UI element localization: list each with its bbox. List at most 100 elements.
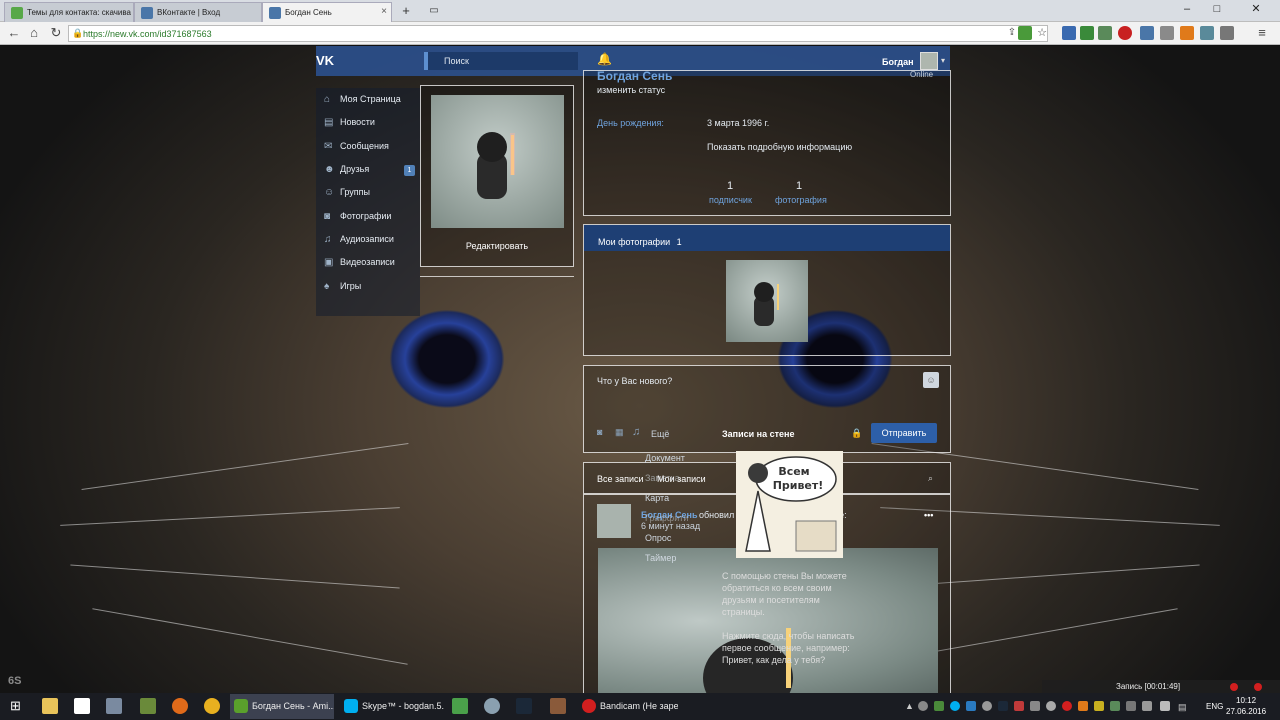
star-icon[interactable]: ☆: [1034, 25, 1050, 41]
tray-icon[interactable]: [934, 701, 944, 711]
more-attachments-button[interactable]: Ещё: [651, 429, 669, 439]
header-user-name[interactable]: Богдан: [882, 57, 914, 67]
back-arrow-icon[interactable]: ←: [6, 25, 22, 41]
tray-icon[interactable]: [1126, 701, 1136, 711]
change-status-link[interactable]: изменить статус: [597, 85, 665, 95]
record-icon[interactable]: [1230, 683, 1238, 691]
tray-icon[interactable]: [966, 701, 976, 711]
close-window-button[interactable]: ✕: [1236, 0, 1276, 18]
tray-icon[interactable]: [1078, 701, 1088, 711]
extension-icon[interactable]: [1018, 26, 1032, 40]
sidebar-item-friends[interactable]: ☻ Друзья: [324, 164, 369, 180]
url-input[interactable]: 🔒 https://new.vk.com/id371687563: [68, 25, 1048, 42]
notification-icon[interactable]: ▤: [1178, 702, 1187, 713]
tray-icon[interactable]: [1062, 701, 1072, 711]
new-tab-button[interactable]: +: [398, 3, 414, 19]
menu-item-graffiti[interactable]: Граффити: [645, 513, 688, 523]
avatar[interactable]: [920, 52, 938, 70]
reload-icon[interactable]: ↻: [48, 25, 64, 41]
tab-list-icon[interactable]: ▭: [426, 3, 442, 19]
post-options-button[interactable]: •••: [924, 510, 933, 520]
tray-icon[interactable]: [1094, 701, 1104, 711]
volume-icon[interactable]: [1160, 701, 1170, 711]
menu-item-note[interactable]: Заметка: [645, 473, 680, 483]
tray-icon[interactable]: [1110, 701, 1120, 711]
tab-themes[interactable]: Темы для контакта: скачива: [4, 2, 134, 22]
search-icon[interactable]: ⌕: [928, 473, 933, 484]
profile-photo[interactable]: [431, 95, 564, 228]
write-first-post-link[interactable]: Нажмите сюда, чтобы написать: [722, 631, 854, 641]
menu-icon[interactable]: ≡: [1254, 25, 1270, 41]
menu-item-poll[interactable]: Опрос: [645, 533, 671, 543]
sidebar-item-groups[interactable]: ☺ Группы: [324, 187, 370, 203]
app-icon[interactable]: [550, 698, 566, 714]
sidebar-item-games[interactable]: ♠ Игры: [324, 281, 361, 297]
app-icon[interactable]: [140, 698, 156, 714]
record-icon[interactable]: [1254, 683, 1262, 691]
extension-icon[interactable]: [1098, 26, 1112, 40]
photo-thumbnail[interactable]: [726, 260, 808, 342]
followers-label[interactable]: подписчик: [709, 195, 752, 205]
system-clock[interactable]: 10:12 27.06.2016: [1226, 695, 1266, 717]
photos-label[interactable]: фотография: [775, 195, 827, 205]
extension-icon[interactable]: [1200, 26, 1214, 40]
vk-logo-icon[interactable]: VK: [316, 53, 334, 68]
tray-icon[interactable]: [918, 701, 928, 711]
avatar[interactable]: [597, 504, 631, 538]
chrome-icon[interactable]: [204, 698, 220, 714]
sidebar-item-my-page[interactable]: ⌂ Моя Страница: [324, 94, 401, 110]
sidebar-item-photos[interactable]: ◙ Фотографии: [324, 211, 391, 227]
music-icon[interactable]: ♫: [632, 426, 640, 438]
tray-icon[interactable]: [1046, 701, 1056, 711]
tray-icon[interactable]: [950, 701, 960, 711]
tray-icon[interactable]: [1014, 701, 1024, 711]
tab-vk-login[interactable]: ВКонтакте | Вход: [134, 2, 262, 22]
camera-icon[interactable]: ◙: [597, 427, 602, 437]
app-icon[interactable]: [452, 698, 468, 714]
sidebar-item-messages[interactable]: ✉ Сообщения: [324, 141, 389, 157]
followers-count[interactable]: 1: [727, 180, 733, 192]
tab-all-posts[interactable]: Все записи: [597, 474, 644, 484]
sidebar-item-video[interactable]: ▣ Видеозаписи: [324, 257, 395, 273]
send-button[interactable]: Отправить: [871, 423, 937, 443]
extension-icon[interactable]: [1118, 26, 1132, 40]
sidebar-item-news[interactable]: ▤ Новости: [324, 117, 375, 133]
taskbar-app-browser[interactable]: Богдан Сень - Ami...: [230, 694, 334, 719]
taskbar-app-bandicam[interactable]: Bandicam (Не заре...: [578, 694, 678, 719]
steam-icon[interactable]: [516, 698, 532, 714]
edit-profile-link[interactable]: Редактировать: [440, 241, 554, 251]
show-details-link[interactable]: Показать подробную информацию: [707, 142, 852, 152]
extension-icon[interactable]: [1160, 26, 1174, 40]
extension-icon[interactable]: [1080, 26, 1094, 40]
post-photo[interactable]: [598, 548, 938, 718]
post-input[interactable]: Что у Вас нового?: [597, 376, 672, 386]
my-photos-header[interactable]: Мои фотографии 1: [584, 225, 950, 251]
windows-start-icon[interactable]: ⊞: [10, 698, 26, 714]
smile-icon[interactable]: ☺: [923, 372, 939, 388]
extension-icon[interactable]: [1140, 26, 1154, 40]
birthday-value[interactable]: 3 марта 1996 г.: [707, 118, 769, 128]
chevron-down-icon[interactable]: ▾: [941, 56, 945, 65]
app-icon[interactable]: [484, 698, 500, 714]
tab-profile[interactable]: Богдан Сень ×: [262, 2, 392, 22]
minimize-button[interactable]: –: [1174, 0, 1200, 18]
tray-icon[interactable]: [1030, 701, 1040, 711]
search-input[interactable]: Поиск: [424, 52, 578, 70]
photos-count[interactable]: 1: [796, 180, 802, 192]
menu-item-map[interactable]: Карта: [645, 493, 669, 503]
language-indicator[interactable]: ENG: [1206, 702, 1223, 711]
tray-icon[interactable]: [998, 701, 1008, 711]
lock-icon[interactable]: 🔒: [851, 428, 862, 439]
maximize-button[interactable]: □: [1204, 0, 1230, 18]
firefox-icon[interactable]: [172, 698, 188, 714]
extension-icon[interactable]: [1062, 26, 1076, 40]
media-icon[interactable]: [106, 698, 122, 714]
tray-up-icon[interactable]: ▲: [905, 701, 914, 711]
close-tab-icon[interactable]: ×: [381, 6, 387, 17]
sidebar-item-audio[interactable]: ♫ Аудиозаписи: [324, 234, 394, 250]
bell-icon[interactable]: 🔔: [597, 52, 612, 66]
video-icon[interactable]: ▦: [615, 427, 624, 438]
menu-item-timer[interactable]: Таймер: [645, 553, 676, 563]
explorer-icon[interactable]: [42, 698, 58, 714]
taskbar-app-skype[interactable]: Skype™ - bogdan.5...: [340, 694, 444, 719]
